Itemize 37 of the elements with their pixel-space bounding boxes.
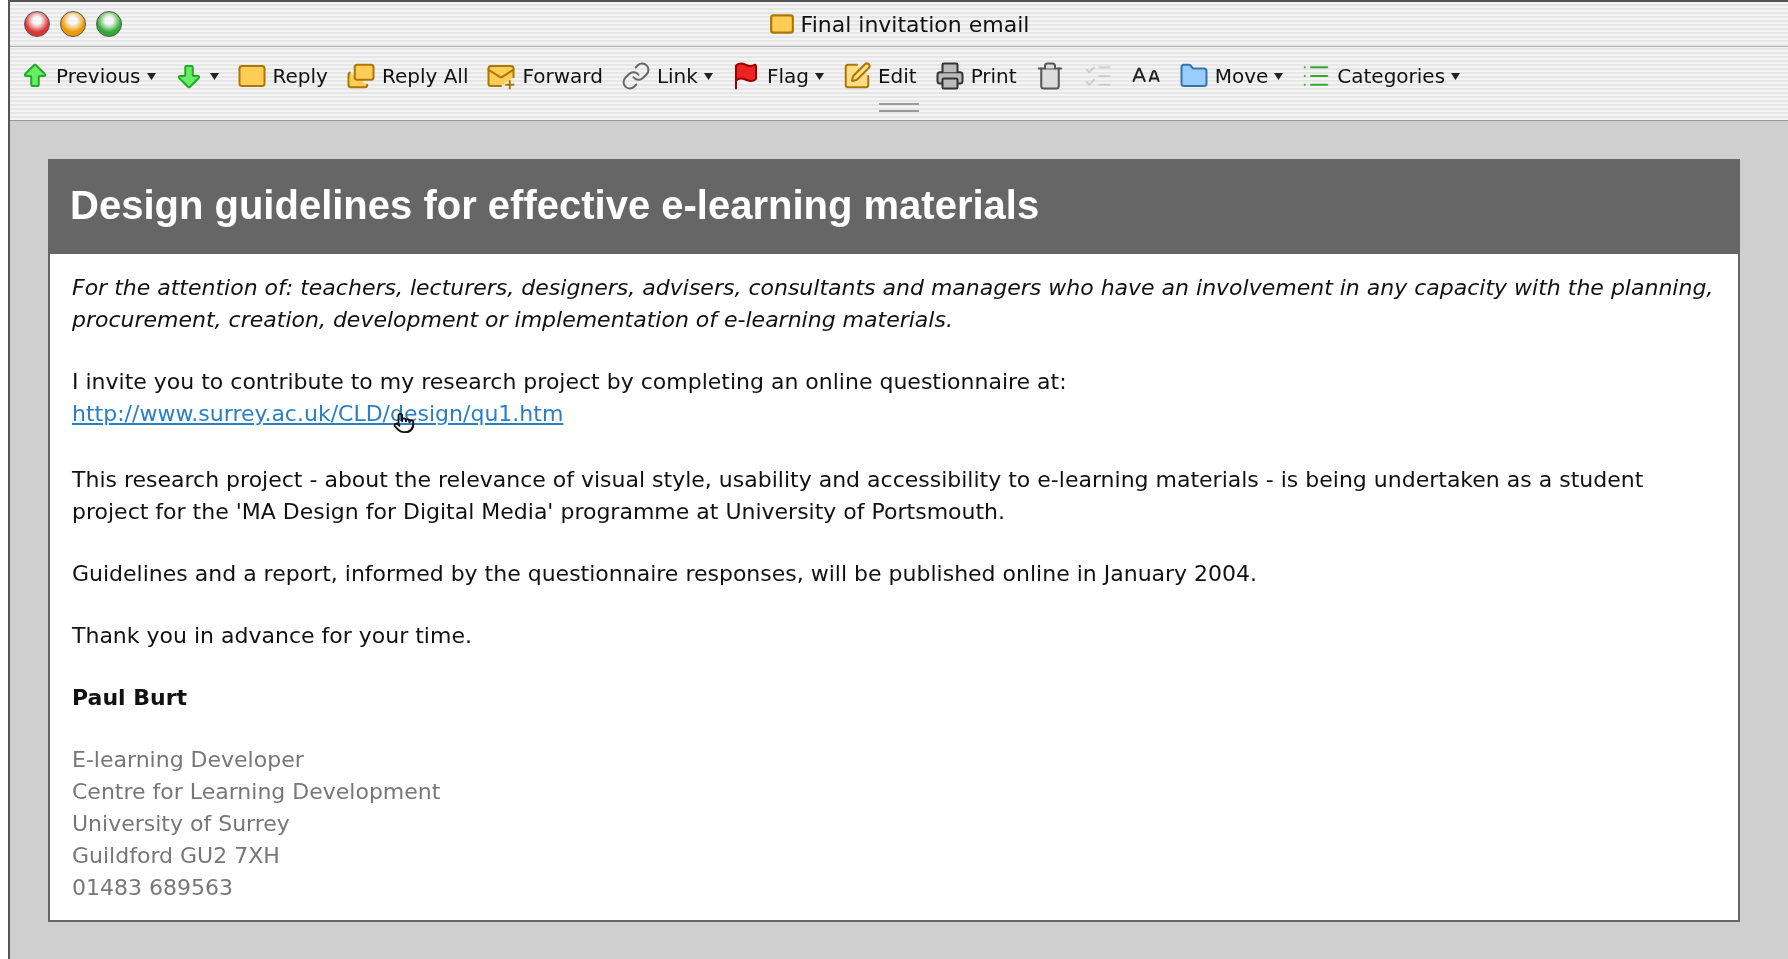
toolbar-button[interactable]: Edit (841, 61, 917, 91)
toolbar-button[interactable]: Link (620, 61, 713, 91)
caret-icon (703, 72, 713, 80)
signature-line: E-learning Developer (72, 746, 305, 774)
toolbar-button[interactable]: Previous (20, 61, 156, 91)
signature-line: Centre for Learning Development (72, 778, 442, 806)
toolbar-button[interactable]: Print (934, 61, 1017, 91)
caret-icon (209, 72, 219, 80)
toolbar-button[interactable]: Move (1178, 61, 1284, 91)
sender-name: Paul Burt (72, 684, 189, 712)
caret-icon (814, 72, 824, 80)
envelopes-icon (345, 61, 376, 91)
zoom-button[interactable] (96, 11, 122, 37)
window-title: Final invitation email (800, 11, 1030, 37)
link-icon (620, 61, 651, 91)
questionnaire-link[interactable]: http://www.surrey.ac.uk/CLD/design/qu1.htm (72, 398, 564, 430)
signature-line: Guildford GU2 7XH (72, 842, 281, 870)
toolbar-button[interactable]: Flag (730, 61, 824, 91)
attention-paragraph: For the attention of: teachers, lecturers, designers, advisers, consultants and managers who have an involvement in any capacity with the planning, procurement, creation, development or implementation of e-learning materials. (72, 274, 1715, 334)
printer-icon (934, 61, 965, 91)
caret-icon (1451, 72, 1461, 80)
toolbar-button[interactable]: Forward (486, 61, 603, 91)
body-paragraph: Thank you in advance for your time. (72, 622, 473, 650)
message-heading: Design guidelines for effective e-learning materials (50, 161, 1738, 254)
caret-icon (146, 72, 156, 80)
close-button[interactable] (24, 11, 50, 37)
invite-text: I invite you to contribute to my research project by completing an online questionnaire at: (72, 368, 1068, 396)
toolbar-button[interactable]: Categories (1301, 61, 1461, 91)
caret-icon (1274, 72, 1284, 80)
toolbar-button[interactable]: Reply (236, 61, 328, 91)
body-paragraph: Guidelines and a report, informed by the questionnaire responses, will be published online in January 2004. (72, 560, 1259, 588)
signature-line: University of Surrey (72, 810, 291, 838)
signature-line: 01483 689563 (72, 874, 234, 902)
body-paragraph: This research project - about the relevance of visual style, usability and accessibility to e-learning materials - is being undertaken as a student project for the 'MA Design for Digital Media' programme at University of Portsmouth. (72, 466, 1645, 526)
minimize-button[interactable] (60, 11, 86, 37)
toolbar-button[interactable]: Reply All (345, 61, 469, 91)
resize-handle[interactable] (879, 103, 919, 112)
